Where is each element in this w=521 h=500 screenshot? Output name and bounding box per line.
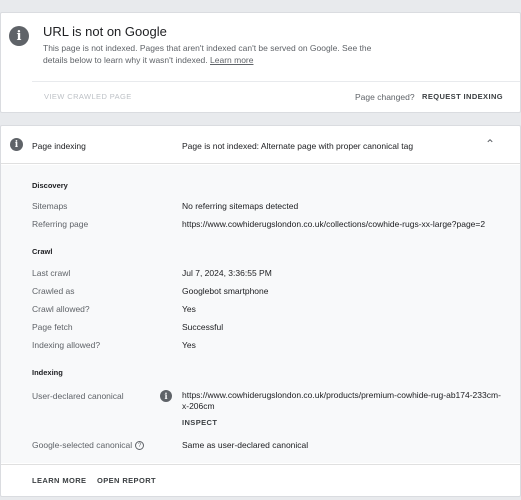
sitemaps-value: No referring sitemaps detected [182, 201, 299, 211]
discovery-heading: Discovery [32, 181, 68, 190]
crawl-heading: Crawl [32, 247, 53, 256]
open-report-button[interactable]: OPEN REPORT [97, 476, 156, 485]
indexing-allowed-label: Indexing allowed? [32, 340, 101, 350]
google-canonical-value: Same as user-declared canonical [182, 440, 309, 450]
page-indexing-label: Page indexing [32, 141, 86, 151]
referring-page-value: https://www.cowhiderugslondon.co.uk/coll… [182, 219, 486, 229]
chevron-up-icon[interactable]: ⌃ [485, 137, 495, 151]
sitemaps-label: Sitemaps [32, 201, 68, 211]
info-icon: i [10, 138, 23, 151]
page-indexing-status: Page is not indexed: Alternate page with… [182, 141, 414, 151]
indexing-details: Discovery Sitemaps No referring sitemaps… [1, 165, 520, 463]
learn-more-button[interactable]: LEARN MORE [32, 476, 86, 485]
google-canonical-label: Google-selected canonical [32, 440, 133, 450]
indexing-heading: Indexing [32, 368, 63, 377]
page-changed-text: Page changed? [355, 92, 415, 102]
user-canonical-value: https://www.cowhiderugslondon.co.uk/prod… [182, 390, 501, 411]
request-indexing-button[interactable]: REQUEST INDEXING [422, 92, 503, 101]
crawl-allowed-value: Yes [182, 304, 196, 314]
crawled-as-label: Crawled as [32, 286, 75, 296]
page-fetch-label: Page fetch [32, 322, 73, 332]
page-fetch-value: Successful [182, 322, 224, 332]
url-status-title: URL is not on Google [43, 24, 167, 39]
referring-page-label: Referring page [32, 219, 89, 229]
crawl-allowed-label: Crawl allowed? [32, 304, 90, 314]
info-icon: i [9, 26, 29, 46]
view-crawled-page-button[interactable]: VIEW CRAWLED PAGE [44, 92, 132, 101]
google-canonical-row: Google-selected canonical? [32, 440, 145, 451]
crawled-as-value: Googlebot smartphone [182, 286, 269, 296]
help-icon[interactable]: ? [135, 441, 145, 451]
page-indexing-card: i Page indexing Page is not indexed: Alt… [0, 125, 521, 497]
last-crawl-value: Jul 7, 2024, 3:36:55 PM [182, 268, 272, 278]
indexing-allowed-value: Yes [182, 340, 196, 350]
user-canonical-label: User-declared canonical [32, 391, 124, 401]
inspect-button[interactable]: INSPECT [182, 418, 217, 427]
learn-more-link[interactable]: Learn more [210, 55, 253, 65]
description-text: This page is not indexed. Pages that are… [43, 43, 372, 65]
divider [32, 81, 520, 82]
url-status-card: i URL is not on Google This page is not … [0, 12, 521, 113]
card-footer: LEARN MORE OPEN REPORT [1, 464, 520, 497]
page-indexing-header[interactable]: i Page indexing Page is not indexed: Alt… [1, 126, 520, 164]
url-status-description: This page is not indexed. Pages that are… [43, 42, 383, 66]
last-crawl-label: Last crawl [32, 268, 71, 278]
info-icon[interactable]: i [160, 390, 172, 402]
